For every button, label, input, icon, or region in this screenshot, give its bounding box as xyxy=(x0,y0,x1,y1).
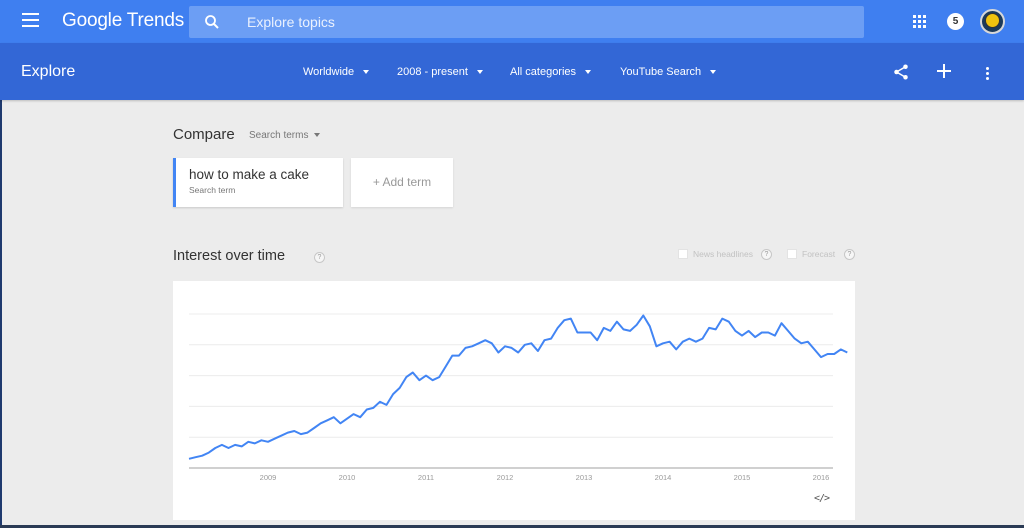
filter-location[interactable]: Worldwide xyxy=(303,66,370,78)
search-input[interactable] xyxy=(247,6,827,38)
x-tick-label: 2015 xyxy=(734,473,751,482)
apps-grid-icon[interactable] xyxy=(913,15,926,28)
chevron-down-icon xyxy=(363,70,370,75)
interest-chart-card: 2009 2010 2011 2012 2013 2014 2015 2016 </> xyxy=(173,281,855,520)
search-icon[interactable] xyxy=(203,13,221,31)
notifications-badge[interactable]: 5 xyxy=(947,13,964,30)
add-term-button[interactable]: + Add term xyxy=(351,158,453,207)
user-avatar[interactable] xyxy=(980,9,1005,34)
search-term-name: how to make a cake xyxy=(189,167,310,182)
help-icon[interactable]: ? xyxy=(314,252,325,263)
app-logo[interactable]: Google Trends xyxy=(62,10,184,32)
share-icon[interactable] xyxy=(892,63,910,81)
explore-toolbar: Explore Worldwide 2008 - present All cat… xyxy=(0,43,1024,100)
news-headlines-label: News headlines xyxy=(693,249,754,259)
plus-icon[interactable] xyxy=(937,64,951,78)
help-icon[interactable]: ? xyxy=(844,249,855,260)
chevron-down-icon xyxy=(314,133,321,138)
chevron-down-icon xyxy=(710,70,717,75)
x-tick-label: 2013 xyxy=(576,473,593,482)
compare-heading: Compare xyxy=(173,126,235,143)
filter-search-type[interactable]: YouTube Search xyxy=(620,66,717,78)
page-title: Explore xyxy=(21,63,76,80)
x-tick-label: 2009 xyxy=(260,473,277,482)
embed-code-icon[interactable]: </> xyxy=(814,493,830,504)
filter-time-range[interactable]: 2008 - present xyxy=(397,66,483,78)
filter-time-label: 2008 - present xyxy=(397,66,468,78)
search-term-card[interactable]: how to make a cake Search term xyxy=(173,158,343,207)
compare-type-label: Search terms xyxy=(249,130,309,141)
filter-category-label: All categories xyxy=(510,66,577,78)
help-icon[interactable]: ? xyxy=(761,249,772,260)
interest-line-chart[interactable]: 2009 2010 2011 2012 2013 2014 2015 2016 xyxy=(173,281,855,520)
x-tick-label: 2014 xyxy=(655,473,672,482)
search-box[interactable] xyxy=(189,6,864,38)
filter-search-type-label: YouTube Search xyxy=(620,66,702,78)
search-term-type: Search term xyxy=(189,185,236,195)
x-tick-label: 2012 xyxy=(497,473,514,482)
interest-over-time-heading: Interest over time xyxy=(173,248,286,264)
more-vert-icon[interactable] xyxy=(986,67,990,81)
news-headlines-checkbox[interactable] xyxy=(678,249,688,259)
x-tick-label: 2010 xyxy=(339,473,356,482)
hamburger-menu-icon[interactable] xyxy=(22,13,39,27)
forecast-checkbox[interactable] xyxy=(787,249,797,259)
x-tick-label: 2011 xyxy=(418,473,434,482)
compare-type-dropdown[interactable]: Search terms xyxy=(249,130,321,141)
chevron-down-icon xyxy=(476,70,483,75)
filter-location-label: Worldwide xyxy=(303,66,355,78)
top-app-bar: Google Trends 5 xyxy=(0,0,1024,43)
chevron-down-icon xyxy=(585,70,592,75)
forecast-label: Forecast xyxy=(802,249,836,259)
x-tick-label: 2016 xyxy=(813,473,830,482)
filter-category[interactable]: All categories xyxy=(510,66,592,78)
